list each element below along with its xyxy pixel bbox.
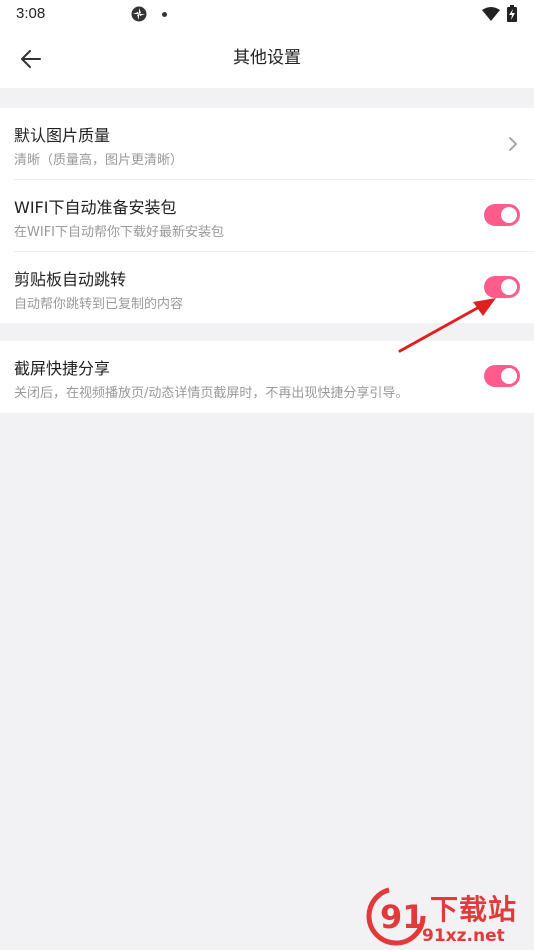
setting-title: 截屏快捷分享 <box>14 359 111 378</box>
page-title: 其他设置 <box>233 48 301 68</box>
wifi-auto-download-toggle[interactable] <box>484 204 520 226</box>
setting-title: WIFI下自动准备安装包 <box>14 198 177 217</box>
watermark: 91 下载站 91xz.net <box>366 882 534 950</box>
setting-subtitle: 关闭后，在视频播放页/动态详情页截屏时，不再出现快捷分享引导。 <box>14 386 409 401</box>
status-bar: 3:08 <box>0 0 534 28</box>
watermark-brand-text: 下载站 <box>430 893 518 926</box>
back-button[interactable] <box>14 42 48 76</box>
watermark-logo-text: 91 <box>380 898 425 936</box>
setting-wifi-auto-download: WIFI下自动准备安装包 在WIFI下自动帮你下载好最新安装包 <box>0 180 534 252</box>
setting-subtitle: 在WIFI下自动帮你下载好最新安装包 <box>14 225 224 240</box>
watermark-logo-icon: 91 <box>366 886 426 946</box>
toggle-knob <box>501 368 517 384</box>
app-notification-icon <box>130 5 148 27</box>
battery-charging-icon <box>507 5 517 26</box>
settings-group-main: 默认图片质量 清晰（质量高，图片更清晰） WIFI下自动准备安装包 在WIFI下… <box>0 108 534 323</box>
setting-title: 剪贴板自动跳转 <box>14 270 127 289</box>
chevron-right-icon <box>509 137 517 151</box>
annotation-arrow-icon <box>398 298 496 353</box>
setting-subtitle: 清晰（质量高，图片更清晰） <box>14 153 184 168</box>
app-header: 其他设置 <box>0 28 534 88</box>
status-time: 3:08 <box>16 5 46 22</box>
arrow-left-icon <box>21 50 41 68</box>
setting-image-quality[interactable]: 默认图片质量 清晰（质量高，图片更清晰） <box>0 108 534 180</box>
notification-dot-icon <box>162 12 167 17</box>
toggle-knob <box>501 207 517 223</box>
toggle-knob <box>501 279 517 295</box>
screenshot-share-toggle[interactable] <box>484 365 520 387</box>
setting-subtitle: 自动帮你跳转到已复制的内容 <box>14 297 184 312</box>
clipboard-jump-toggle[interactable] <box>484 276 520 298</box>
watermark-url-text: 91xz.net <box>422 926 505 946</box>
setting-title: 默认图片质量 <box>14 126 111 145</box>
wifi-icon <box>482 6 500 25</box>
